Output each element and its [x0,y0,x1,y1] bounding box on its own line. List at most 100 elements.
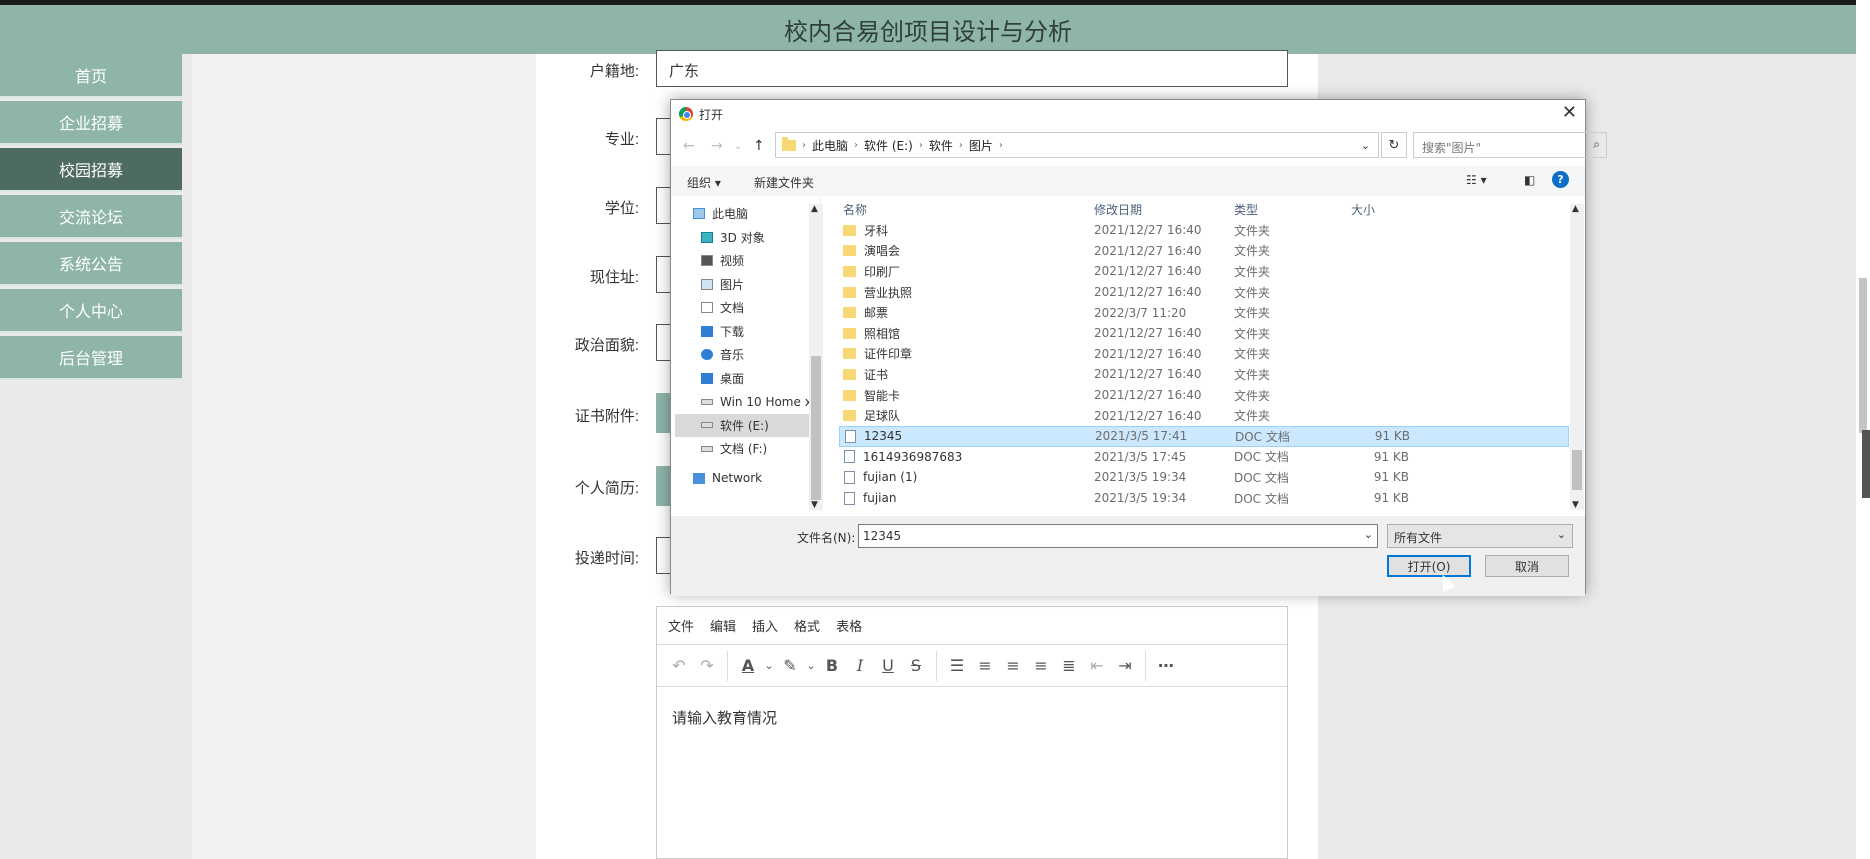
help-icon[interactable]: ? [1552,171,1569,188]
back-arrow-icon[interactable]: ← [683,138,695,154]
file-type-select[interactable]: 所有文件 ⌄ [1387,524,1573,548]
file-row[interactable]: 12345 2021/3/5 17:41 DOC 文档 91 KB [839,425,1569,447]
dialog-titlebar[interactable]: 打开 ✕ [671,100,1585,128]
file-row[interactable]: 证书 2021/12/27 16:40 文件夹 [839,364,1569,385]
outdent-icon[interactable]: ⇤ [1083,656,1111,675]
nav-campus-recruit[interactable]: 校园招募 [0,148,182,192]
view-options-icon[interactable]: ☷ ▾ [1466,173,1487,187]
menu-file[interactable]: 文件 [668,616,694,635]
recent-chevron-icon[interactable]: ⌄ [734,141,742,152]
nav-personal-center[interactable]: 个人中心 [0,289,182,333]
address-dropdown-icon[interactable]: ⌄ [1361,139,1370,152]
file-row[interactable]: 邮票 2022/3/7 11:20 文件夹 [839,302,1569,323]
tree-win10-home[interactable]: Win 10 Home x [693,390,820,414]
tree-3d-objects[interactable]: 3D 对象 [693,226,820,250]
file-row[interactable]: 演唱会 2021/12/27 16:40 文件夹 [839,241,1569,262]
open-button[interactable]: 打开(O) [1387,555,1471,577]
tree-pictures[interactable]: 图片 [693,273,820,297]
file-name: 照相馆 [864,326,901,341]
tree-desktop[interactable]: 桌面 [693,367,820,391]
nav-pane-scroll-thumb[interactable] [811,356,821,500]
text-color-icon[interactable]: A [734,656,762,675]
huji-input[interactable]: 广东 [656,50,1288,87]
file-row[interactable]: 足球队 2021/12/27 16:40 文件夹 [839,405,1569,426]
italic-icon[interactable]: I [846,656,874,675]
highlight-color-icon[interactable]: ✎ [776,656,804,675]
file-row[interactable]: fujian 2021/3/5 19:34 DOC 文档 91 KB [839,488,1569,509]
underline-icon[interactable]: U [874,656,902,675]
redo-icon[interactable]: ↷ [693,656,721,675]
file-list-scrollbar[interactable]: ▲ ▼ [1570,204,1584,510]
editor-content[interactable]: 请输入教育情况 [657,687,1287,748]
column-date[interactable]: 修改日期 [1094,201,1234,218]
filename-input[interactable]: 12345 ⌄ [858,524,1378,548]
file-row[interactable]: 智能卡 2021/12/27 16:40 文件夹 [839,385,1569,406]
organize-button[interactable]: 组织 ▾ [687,174,721,191]
close-icon[interactable]: ✕ [1562,102,1577,123]
column-size[interactable]: 大小 [1351,201,1409,218]
tree-network[interactable]: Network [693,467,820,491]
breadcrumb-drive-e[interactable]: 软件 (E:) [864,137,913,154]
column-name[interactable]: 名称 [839,201,1094,218]
forward-arrow-icon[interactable]: → [711,138,723,154]
tree-drive-f[interactable]: 文档 (F:) [693,437,820,461]
file-row[interactable]: 1614936987683 2021/3/5 17:45 DOC 文档 91 KB [839,447,1569,468]
nav-pane-scrollbar[interactable]: ▲ ▼ [809,204,823,510]
undo-icon[interactable]: ↶ [665,656,693,675]
file-row[interactable]: 照相馆 2021/12/27 16:40 文件夹 [839,323,1569,344]
scroll-up-icon[interactable]: ▲ [1572,204,1579,214]
file-list-scroll-thumb[interactable] [1572,450,1582,490]
nav-admin[interactable]: 后台管理 [0,336,182,380]
scroll-down-icon[interactable]: ▼ [811,500,818,510]
strikethrough-icon[interactable]: S [902,656,930,675]
column-type[interactable]: 类型 [1234,201,1351,218]
folder-icon [843,245,856,257]
tree-documents[interactable]: 文档 [693,296,820,320]
search-icon: ⌕ [1593,137,1600,151]
align-right-icon[interactable]: ≡ [1027,656,1055,675]
file-row[interactable]: 证件印章 2021/12/27 16:40 文件夹 [839,344,1569,365]
align-justify-icon[interactable]: ≣ [1055,656,1083,675]
indent-icon[interactable]: ⇥ [1111,656,1139,675]
file-row[interactable]: 营业执照 2021/12/27 16:40 文件夹 [839,282,1569,303]
search-input[interactable]: 搜索"图片" ⌕ [1413,132,1607,158]
up-arrow-icon[interactable]: ↑ [753,138,765,154]
breadcrumb-software[interactable]: 软件 [929,137,953,154]
refresh-icon[interactable]: ↻ [1381,132,1407,158]
bold-icon[interactable]: B [818,656,846,675]
align-left-icon[interactable]: ≡ [971,656,999,675]
file-row[interactable]: fujian (1) 2021/3/5 19:34 DOC 文档 91 KB [839,467,1569,488]
preview-pane-icon[interactable]: ◧ [1524,173,1535,187]
line-height-icon[interactable]: ☰ [943,656,971,675]
scroll-up-icon[interactable]: ▲ [811,204,818,214]
breadcrumb-pictures[interactable]: 图片 [969,137,993,154]
nav-enterprise-recruit[interactable]: 企业招募 [0,101,182,145]
page-scrollbar-thumb[interactable] [1859,278,1867,433]
page-scrollbar[interactable] [1856,0,1870,859]
tree-downloads[interactable]: 下载 [693,320,820,344]
nav-home[interactable]: 首页 [0,54,182,98]
menu-table[interactable]: 表格 [836,616,862,635]
tree-this-pc[interactable]: 此电脑 [693,202,820,226]
tree-drive-e[interactable]: 软件 (E:) [675,413,820,437]
file-type-dropdown-icon[interactable]: ⌄ [1557,528,1566,541]
nav-forum[interactable]: 交流论坛 [0,195,182,239]
tree-music[interactable]: 音乐 [693,343,820,367]
address-bar[interactable]: › 此电脑 › 软件 (E:) › 软件 › 图片 › ⌄ [775,132,1379,158]
menu-insert[interactable]: 插入 [752,616,778,635]
file-row[interactable]: 牙科 2021/12/27 16:40 文件夹 [839,220,1569,241]
highlight-dropdown-icon[interactable]: ⌄ [804,659,818,672]
filename-dropdown-icon[interactable]: ⌄ [1364,528,1373,541]
nav-announcement[interactable]: 系统公告 [0,242,182,286]
menu-format[interactable]: 格式 [794,616,820,635]
file-row[interactable]: 印刷厂 2021/12/27 16:40 文件夹 [839,261,1569,282]
tree-video[interactable]: 视频 [693,249,820,273]
more-icon[interactable]: ⋯ [1152,656,1180,675]
align-center-icon[interactable]: ≡ [999,656,1027,675]
scroll-down-icon[interactable]: ▼ [1572,500,1579,510]
menu-edit[interactable]: 编辑 [710,616,736,635]
cancel-button[interactable]: 取消 [1485,555,1569,577]
text-color-dropdown-icon[interactable]: ⌄ [762,659,776,672]
breadcrumb-this-pc[interactable]: 此电脑 [812,137,848,154]
new-folder-button[interactable]: 新建文件夹 [754,174,814,191]
